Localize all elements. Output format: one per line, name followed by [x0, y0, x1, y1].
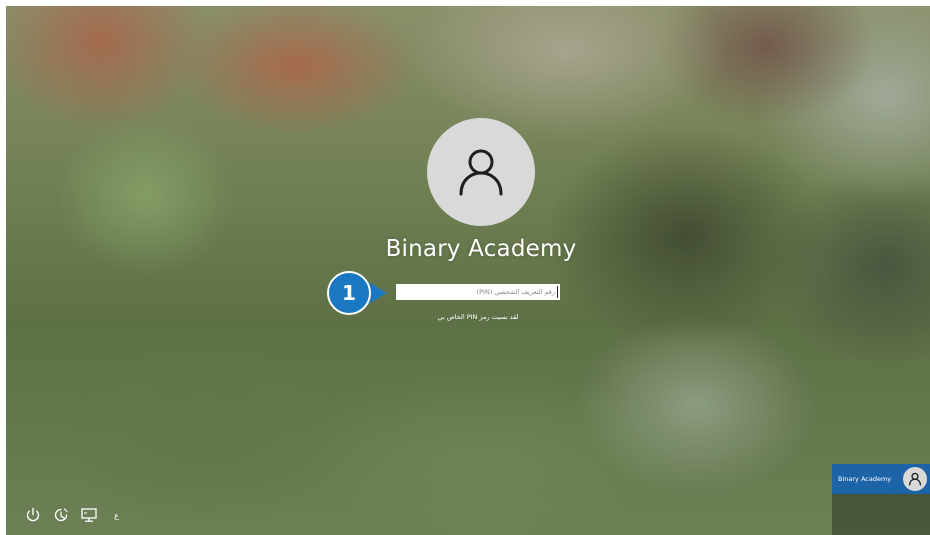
- user-switcher-avatar: [903, 467, 927, 491]
- lock-screen-background: Binary Academy 1 لقد نسيت رمز PIN الخاص …: [6, 6, 930, 535]
- ease-of-access-icon: [54, 508, 68, 522]
- user-avatar: [427, 118, 535, 226]
- step-callout-badge: 1: [327, 271, 371, 315]
- bottom-toolbar: ع: [24, 506, 119, 524]
- network-button[interactable]: [80, 506, 98, 524]
- user-icon: [909, 472, 921, 486]
- ease-of-access-button[interactable]: [52, 506, 70, 524]
- user-icon: [459, 149, 503, 196]
- power-icon: [26, 507, 40, 522]
- user-list-area: [832, 494, 930, 535]
- user-switcher-name: Binary Academy: [838, 475, 892, 483]
- language-indicator[interactable]: ع: [114, 511, 119, 520]
- user-name-label: Binary Academy: [385, 236, 577, 262]
- text-caret: [557, 286, 558, 298]
- user-switcher-tile[interactable]: Binary Academy: [832, 464, 930, 494]
- power-button[interactable]: [24, 506, 42, 524]
- pin-input[interactable]: [396, 284, 560, 300]
- forgot-pin-link[interactable]: لقد نسيت رمز PIN الخاص بي: [386, 313, 570, 321]
- network-icon: [81, 508, 97, 522]
